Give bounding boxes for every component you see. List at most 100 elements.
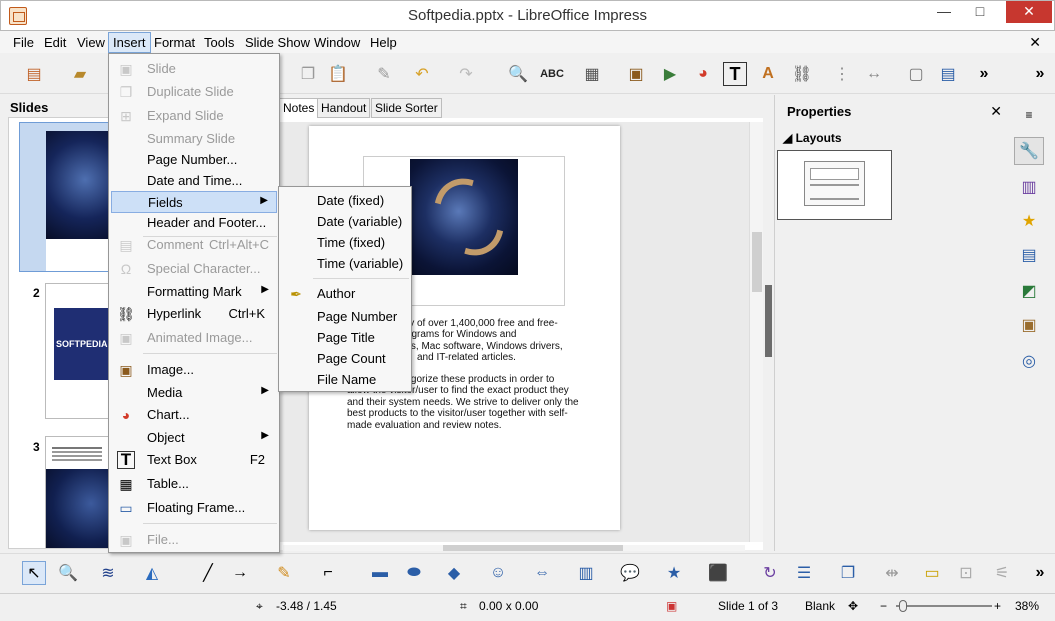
master-slide-icon[interactable]: ▢ — [904, 62, 928, 86]
more-toolbar-icon[interactable]: » — [972, 62, 996, 86]
find-replace-icon[interactable]: 🔍 — [506, 62, 530, 86]
image-icon[interactable]: ▣ — [624, 62, 648, 86]
layout-blank-option[interactable] — [777, 150, 892, 220]
layout-name[interactable]: Blank — [805, 599, 835, 613]
fontwork-icon[interactable]: A — [756, 62, 780, 86]
curve-pencil-icon[interactable]: ✎ — [272, 561, 296, 585]
distribute-icon[interactable]: ⇹ — [880, 561, 904, 585]
line-icon[interactable]: ╱ — [196, 561, 220, 585]
text-box-icon[interactable]: T — [723, 62, 747, 86]
zoom-in-button[interactable]: + — [994, 599, 1001, 613]
zoom-out-button[interactable]: − — [880, 599, 887, 613]
block-arrows-icon[interactable]: ⇔ — [530, 561, 554, 585]
fit-slide-icon[interactable]: ✥ — [848, 599, 858, 613]
menu-item-table[interactable]: ▦ Table... — [111, 473, 277, 495]
filter-icon[interactable]: ⚟ — [990, 561, 1014, 585]
zoom-slider[interactable] — [896, 605, 992, 607]
close-properties-button[interactable]: ✕ — [990, 103, 1002, 120]
properties-wrench-icon[interactable]: 🔧 — [1014, 137, 1044, 165]
menu-item-comment[interactable]: ▤ Comment Ctrl+Alt+C — [111, 234, 277, 256]
tab-notes[interactable]: Notes — [279, 98, 319, 118]
vertical-scrollbar[interactable] — [749, 122, 763, 542]
rotate-icon[interactable]: ↻ — [758, 561, 782, 585]
format-paintbrush-icon[interactable]: ✎ — [372, 62, 396, 86]
open-folder-icon[interactable]: ▰ — [68, 62, 92, 86]
menu-view[interactable]: View — [77, 35, 105, 50]
display-views-icon[interactable]: ▤ — [936, 62, 960, 86]
layouts-section-header[interactable]: ◢ Layouts — [783, 131, 842, 145]
menu-item-file-name[interactable]: File Name — [281, 369, 409, 391]
zoom-pan-icon[interactable]: 🔍 — [56, 561, 80, 585]
arrow-line-icon[interactable]: → — [228, 561, 252, 585]
menu-item-formatting-mark[interactable]: Formatting Mark ▶ — [111, 281, 277, 303]
menu-tools[interactable]: Tools — [204, 35, 234, 50]
close-document-button[interactable]: ✕ — [1029, 34, 1041, 51]
menu-help[interactable]: Help — [370, 35, 397, 50]
menu-item-time-variable[interactable]: Time (variable) — [281, 253, 409, 275]
shadow-icon[interactable]: ▭ — [920, 561, 944, 585]
menu-item-special-character[interactable]: Ω Special Character... — [111, 258, 277, 280]
menu-insert[interactable]: Insert — [108, 32, 151, 53]
slide-transition-icon[interactable]: ▥ — [1014, 173, 1044, 201]
menu-item-file[interactable]: ▣ File... — [111, 529, 277, 551]
navigator-compass-icon[interactable]: ◎ — [1014, 347, 1044, 375]
tab-slide-sorter[interactable]: Slide Sorter — [371, 98, 442, 118]
zoom-slider-knob[interactable] — [899, 600, 907, 612]
gallery-icon[interactable]: ▣ — [1014, 311, 1044, 339]
fill-color-icon[interactable]: ◭ — [140, 561, 164, 585]
menu-item-date-fixed[interactable]: Date (fixed) — [281, 190, 409, 212]
table-icon[interactable]: ▦ — [580, 62, 604, 86]
spellcheck-icon[interactable]: ABC — [540, 62, 564, 86]
grid-icon[interactable]: ⋮ — [830, 62, 854, 86]
menu-item-author[interactable]: ✒ Author — [281, 283, 409, 305]
menu-item-page-count[interactable]: Page Count — [281, 348, 409, 370]
menu-item-chart[interactable]: ◕ Chart... — [111, 404, 277, 426]
callouts-icon[interactable]: 💬 — [618, 561, 642, 585]
zoom-level[interactable]: 38% — [1015, 599, 1039, 613]
menu-edit[interactable]: Edit — [44, 35, 66, 50]
close-window-button[interactable]: ✕ — [1006, 1, 1052, 23]
sidebar-menu-icon[interactable]: ≡ — [1014, 101, 1044, 129]
menu-item-text-box[interactable]: T Text Box F2 — [111, 449, 277, 471]
stars-icon[interactable]: ★ — [662, 561, 686, 585]
basic-shapes-diamond-icon[interactable]: ◆ — [442, 561, 466, 585]
symbol-shapes-smiley-icon[interactable]: ☺ — [486, 561, 510, 585]
menu-item-fields[interactable]: Fields ▶ — [111, 191, 277, 213]
menu-item-animated-image[interactable]: ▣ Animated Image... — [111, 327, 277, 349]
connector-icon[interactable]: ⌐ — [316, 561, 340, 585]
undo-icon[interactable]: ↶ — [410, 62, 434, 86]
sidebar-splitter[interactable] — [765, 285, 772, 357]
chart-icon[interactable]: ◕ — [691, 62, 715, 86]
menu-item-summary-slide[interactable]: Summary Slide — [111, 128, 277, 150]
arrange-icon[interactable]: ❐ — [836, 561, 860, 585]
master-slides-icon[interactable]: ▤ — [1014, 241, 1044, 269]
helplines-icon[interactable]: ↔ — [862, 62, 886, 86]
hyperlink-icon[interactable]: ⛓ — [790, 62, 814, 86]
menu-item-duplicate-slide[interactable]: ❐ Duplicate Slide — [111, 81, 277, 103]
line-color-icon[interactable]: ≋ — [96, 561, 120, 585]
menu-item-media[interactable]: Media ▶ — [111, 382, 277, 404]
menu-item-page-number-field[interactable]: Page Number — [281, 306, 409, 328]
new-document-icon[interactable]: ▤ — [22, 62, 46, 86]
ellipse-icon[interactable]: ⬬ — [402, 561, 426, 585]
menu-item-page-title[interactable]: Page Title — [281, 327, 409, 349]
menu-item-image[interactable]: ▣ Image... — [111, 359, 277, 381]
rectangle-icon[interactable]: ▬ — [368, 561, 392, 585]
menu-item-floating-frame[interactable]: ▭ Floating Frame... — [111, 497, 277, 519]
menu-item-date-variable[interactable]: Date (variable) — [281, 211, 409, 233]
flowchart-icon[interactable]: ▥ — [574, 561, 598, 585]
horizontal-scrollbar[interactable] — [283, 545, 745, 551]
scrollbar-thumb[interactable] — [443, 545, 623, 551]
maximize-button[interactable]: □ — [966, 1, 994, 23]
menu-item-object[interactable]: Object ▶ — [111, 427, 277, 449]
animation-star-icon[interactable]: ★ — [1014, 207, 1044, 235]
menu-slide-show[interactable]: Slide Show — [245, 35, 310, 50]
menu-item-hyperlink[interactable]: ⛓ Hyperlink Ctrl+K — [111, 303, 277, 325]
menu-item-date-time[interactable]: Date and Time... — [111, 170, 277, 192]
toolbar-overflow-icon[interactable]: » — [1028, 62, 1052, 86]
paste-icon[interactable]: 📋 — [326, 62, 350, 86]
menu-file[interactable]: File — [13, 35, 34, 50]
redo-icon[interactable]: ↷ — [454, 62, 478, 86]
media-icon[interactable]: ▶ — [658, 62, 682, 86]
crop-icon[interactable]: ⊡ — [954, 561, 978, 585]
